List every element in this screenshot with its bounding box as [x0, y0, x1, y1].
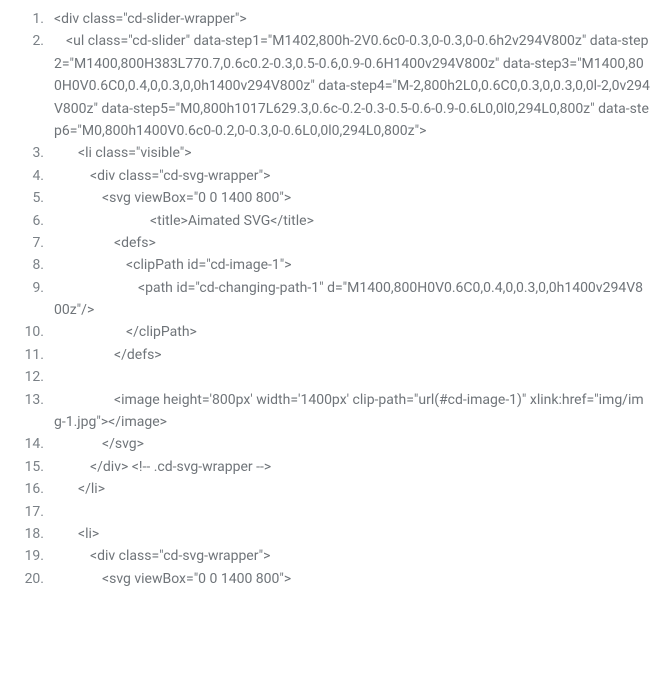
code-line: 15. </div> <!-- .cd-svg-wrapper --> [0, 456, 650, 478]
code-content: <div class="cd-svg-wrapper"> [54, 545, 650, 567]
code-line: 18. <li> [0, 523, 650, 545]
line-number: 18. [0, 523, 54, 545]
code-content: </defs> [54, 344, 650, 366]
line-number: 1. [0, 8, 54, 30]
line-number: 20. [0, 568, 54, 590]
code-text: <path id="cd-changing-path-1" d="M1400,8… [54, 280, 643, 318]
code-line: 19. <div class="cd-svg-wrapper"> [0, 545, 650, 567]
code-line: 5. <svg viewBox="0 0 1400 800"> [0, 187, 650, 209]
code-line: 1.<div class="cd-slider-wrapper"> [0, 8, 650, 30]
line-number: 7. [0, 232, 54, 254]
code-text: <image height='800px' width='1400px' cli… [54, 392, 644, 430]
line-number: 11. [0, 344, 54, 366]
code-text: <svg viewBox="0 0 1400 800"> [102, 571, 291, 587]
code-text: <ul class="cd-slider" data-step1="M1402,… [54, 33, 650, 139]
code-content: <path id="cd-changing-path-1" d="M1400,8… [54, 277, 650, 322]
code-text: </div> <!-- .cd-svg-wrapper --> [90, 459, 271, 475]
code-content: <svg viewBox="0 0 1400 800"> [54, 187, 650, 209]
line-number: 3. [0, 142, 54, 164]
line-number: 17. [0, 501, 54, 523]
code-content: <defs> [54, 232, 650, 254]
code-content: </div> <!-- .cd-svg-wrapper --> [54, 456, 650, 478]
code-content: <clipPath id="cd-image-1"> [54, 254, 650, 276]
line-number: 9. [0, 277, 54, 299]
code-lines: 1.<div class="cd-slider-wrapper">2.<ul c… [0, 8, 650, 590]
code-content: <div class="cd-svg-wrapper"> [54, 165, 650, 187]
line-number: 16. [0, 478, 54, 500]
line-number: 6. [0, 210, 54, 232]
code-text: <svg viewBox="0 0 1400 800"> [102, 190, 291, 206]
line-number: 8. [0, 254, 54, 276]
code-line: 12. [0, 366, 650, 388]
code-line: 9.<path id="cd-changing-path-1" d="M1400… [0, 277, 650, 322]
line-number: 19. [0, 545, 54, 567]
line-number: 12. [0, 366, 54, 388]
code-block: 1.<div class="cd-slider-wrapper">2.<ul c… [0, 0, 654, 598]
line-number: 15. [0, 456, 54, 478]
code-line: 7. <defs> [0, 232, 650, 254]
code-text: <div class="cd-slider-wrapper"> [54, 11, 247, 27]
code-text: <li class="visible"> [78, 145, 192, 161]
code-content: <svg viewBox="0 0 1400 800"> [54, 568, 650, 590]
code-line: 16. </li> [0, 478, 650, 500]
code-line: 8. <clipPath id="cd-image-1"> [0, 254, 650, 276]
code-line: 3. <li class="visible"> [0, 142, 650, 164]
code-content: </li> [54, 478, 650, 500]
code-content: </clipPath> [54, 321, 650, 343]
code-text: </clipPath> [126, 324, 197, 340]
code-line: 4. <div class="cd-svg-wrapper"> [0, 165, 650, 187]
code-text: <div class="cd-svg-wrapper"> [90, 168, 270, 184]
code-content: <ul class="cd-slider" data-step1="M1402,… [54, 30, 650, 142]
line-number: 10. [0, 321, 54, 343]
code-line: 20. <svg viewBox="0 0 1400 800"> [0, 568, 650, 590]
line-number: 13. [0, 389, 54, 411]
code-text: </defs> [114, 347, 162, 363]
code-text: <defs> [114, 235, 156, 251]
code-content: <div class="cd-slider-wrapper"> [54, 8, 650, 30]
code-text: <title>Aimated SVG</title> [150, 213, 314, 229]
code-content [54, 501, 650, 523]
code-text: <div class="cd-svg-wrapper"> [90, 548, 270, 564]
code-text: <li> [78, 526, 99, 542]
code-content: <li> [54, 523, 650, 545]
code-text: </svg> [102, 436, 144, 452]
code-content: </svg> [54, 433, 650, 455]
code-content: <image height='800px' width='1400px' cli… [54, 389, 650, 434]
code-line: 11. </defs> [0, 344, 650, 366]
code-line: 14. </svg> [0, 433, 650, 455]
code-content: <title>Aimated SVG</title> [54, 210, 650, 232]
code-line: 2.<ul class="cd-slider" data-step1="M140… [0, 30, 650, 142]
line-number: 5. [0, 187, 54, 209]
code-line: 10. </clipPath> [0, 321, 650, 343]
code-text: </li> [78, 481, 105, 497]
code-text: <clipPath id="cd-image-1"> [126, 257, 292, 273]
line-number: 4. [0, 165, 54, 187]
code-content: <li class="visible"> [54, 142, 650, 164]
code-line: 13.<image height='800px' width='1400px' … [0, 389, 650, 434]
code-line: 17. [0, 501, 650, 523]
line-number: 14. [0, 433, 54, 455]
line-number: 2. [0, 30, 54, 52]
code-line: 6. <title>Aimated SVG</title> [0, 210, 650, 232]
code-content [54, 366, 650, 388]
